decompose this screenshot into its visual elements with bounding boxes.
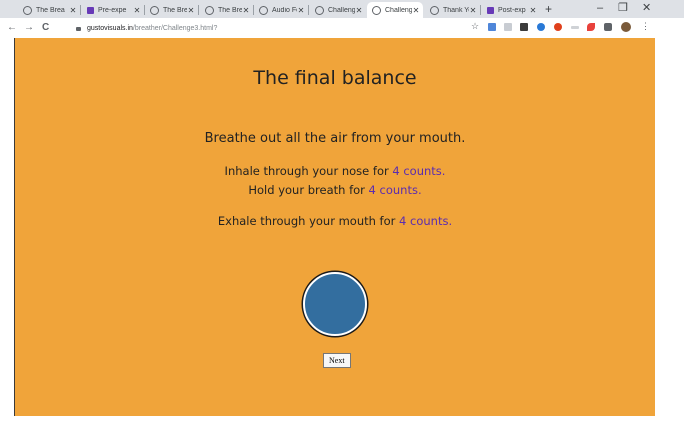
browser-tab[interactable]: The Brea✕ [200, 2, 253, 18]
forward-icon[interactable]: → [24, 21, 34, 35]
inhale-count: 4 counts. [392, 164, 446, 178]
browser-tab[interactable]: Pre-expe ✕ [82, 2, 144, 18]
tab-close-icon[interactable]: ✕ [133, 6, 141, 15]
google-forms-icon [87, 6, 94, 14]
tab-title: Post-exp [498, 6, 526, 14]
tab-close-icon[interactable]: ✕ [529, 6, 537, 15]
browser-tab[interactable]: Challeng ✕ [367, 2, 423, 18]
hold-text: Hold your breath for [248, 183, 369, 197]
tab-title: Challeng [328, 6, 355, 14]
tab-separator [80, 5, 81, 15]
globe-icon [150, 5, 159, 15]
instruction-hold: Hold your breath for 4 counts. [15, 183, 655, 197]
globe-icon [259, 5, 268, 15]
globe-icon [23, 5, 32, 15]
browser-tab[interactable]: The Brea ✕ [18, 2, 80, 18]
tab-title: The Brea [218, 6, 242, 14]
tab-separator [198, 5, 199, 15]
tab-title: The Brea [36, 6, 65, 14]
bookmark-star-icon[interactable]: ☆ [471, 21, 479, 32]
extension-opera-icon[interactable] [554, 23, 562, 31]
tab-title: Challeng [385, 6, 412, 14]
tab-separator [480, 5, 481, 15]
browser-tab[interactable]: Post-exp ✕ [482, 2, 540, 18]
browser-tab[interactable]: The Brea✕ [145, 2, 198, 18]
tab-strip: The Brea✕Pre-expe✕The Brea✕The Brea✕Audi… [0, 0, 684, 18]
url-path: /breather/Challenge3.html? [132, 24, 218, 32]
exhale-count: 4 counts. [399, 214, 453, 228]
tab-close-icon[interactable]: ✕ [297, 6, 305, 15]
extension-page-icon[interactable] [504, 23, 512, 31]
page-content: The final balance Breathe out all the ai… [15, 38, 655, 416]
tab-title: Pre-expe [98, 6, 127, 14]
profile-avatar[interactable] [621, 22, 631, 32]
extension-gray-icon[interactable] [571, 26, 579, 29]
breathing-circle [303, 272, 367, 336]
maximize-button[interactable]: ❐ [618, 1, 628, 15]
instruction-exhale-all: Breathe out all the air from your mouth. [204, 131, 466, 146]
globe-icon [430, 5, 439, 15]
lock-icon [76, 27, 81, 31]
globe-icon [205, 5, 214, 15]
instruction-exhale: Exhale through your mouth for 4 counts. [15, 214, 655, 228]
menu-icon[interactable]: ⋮ [641, 21, 650, 32]
extension-blue-icon[interactable] [537, 23, 545, 31]
browser-tab[interactable]: Thank Yo✕ [425, 2, 480, 18]
browser-tab[interactable]: Audio Fe✕ [254, 2, 308, 18]
browser-tab[interactable]: Challeng ✕ [310, 2, 366, 18]
reload-icon[interactable]: C [42, 21, 49, 35]
address-bar[interactable]: gustovisuals.in/breather/Challenge3.html… [76, 22, 217, 34]
extension-red-icon[interactable] [587, 23, 595, 31]
google-forms-icon [487, 6, 494, 14]
tab-close-icon[interactable]: ✕ [412, 6, 420, 15]
next-button[interactable]: Next [323, 353, 351, 368]
inhale-text: Inhale through your nose for [224, 164, 393, 178]
extension-dark-icon[interactable] [520, 23, 528, 31]
page-title: The final balance [253, 67, 417, 89]
tab-title: Thank Yo [443, 6, 469, 14]
tab-close-icon[interactable]: ✕ [242, 6, 250, 15]
instruction-inhale: Inhale through your nose for 4 counts. [15, 164, 655, 178]
puzzle-extensions-icon[interactable] [604, 23, 612, 31]
tab-separator [308, 5, 309, 15]
close-window-button[interactable]: ✕ [642, 1, 651, 15]
tab-title: Audio Fe [272, 6, 297, 14]
globe-icon [372, 5, 381, 15]
exhale-text: Exhale through your mouth for [217, 214, 400, 228]
url-host: gustovisuals.in [87, 24, 133, 32]
extension-translate-icon[interactable] [488, 23, 496, 31]
tab-title: The Brea [163, 6, 187, 14]
globe-icon [315, 5, 324, 15]
address-toolbar: ← → C gustovisuals.in/breather/Challenge… [0, 18, 684, 38]
back-icon[interactable]: ← [7, 21, 17, 35]
hold-count: 4 counts. [368, 183, 422, 197]
tab-close-icon[interactable]: ✕ [69, 6, 77, 15]
tab-close-icon[interactable]: ✕ [355, 6, 363, 15]
tab-close-icon[interactable]: ✕ [469, 6, 477, 15]
minimize-button[interactable]: – [597, 1, 603, 15]
new-tab-button[interactable]: + [545, 2, 552, 16]
tab-close-icon[interactable]: ✕ [187, 6, 195, 15]
